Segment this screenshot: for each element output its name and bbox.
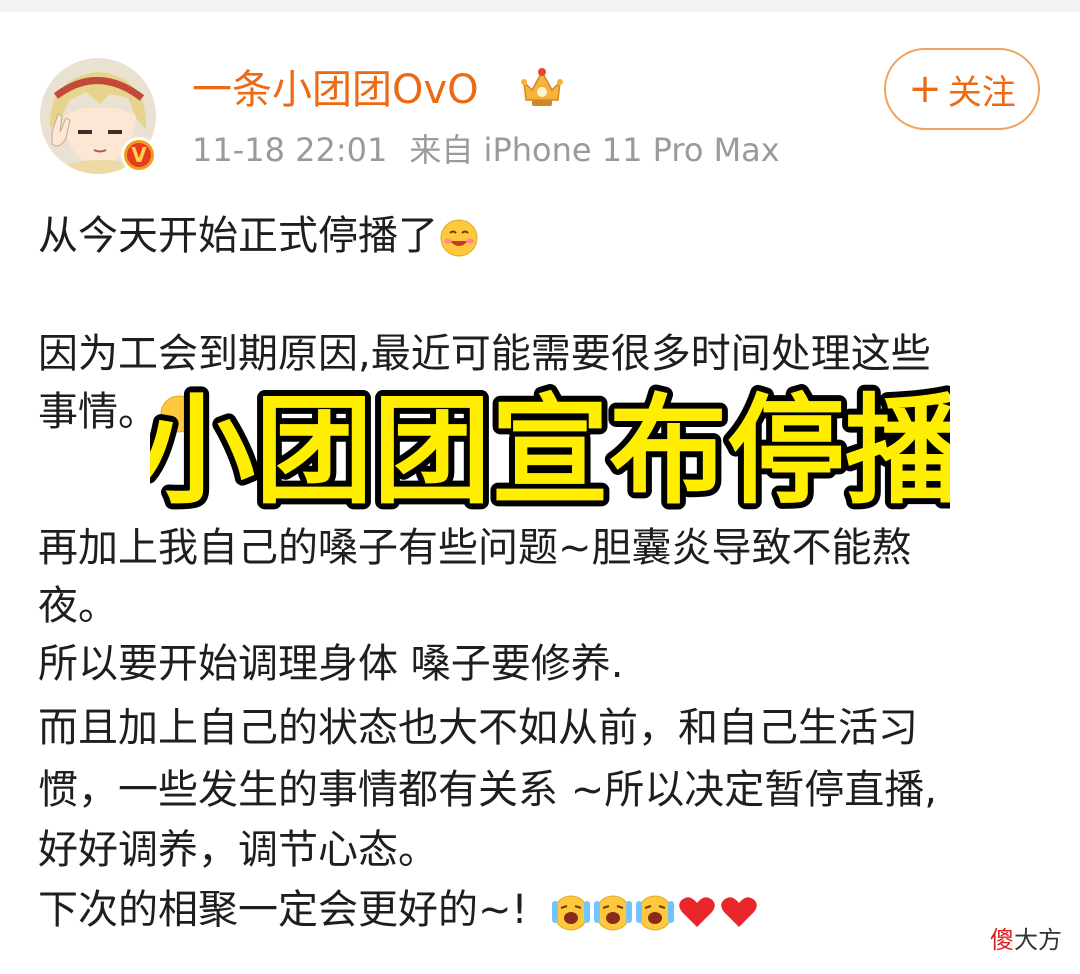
avatar[interactable]: V: [40, 58, 158, 174]
crown-icon: [518, 64, 566, 108]
post-text: 从今天开始正式停播了: [38, 213, 438, 259]
post-line-8: 惯，一些发生的事情都有关系 ~所以决定暂停直播,: [38, 767, 937, 813]
post-line-9: 好好调养，调节心态。: [38, 827, 438, 873]
verified-badge-icon: V: [120, 136, 158, 174]
watermark-first: 傻: [990, 926, 1014, 954]
crying-laughing-emoji-icon: [634, 891, 676, 933]
crying-laughing-emoji-icon: [592, 891, 634, 933]
crying-laughing-emoji-icon: [550, 891, 592, 933]
post-line-4: 再加上我自己的嗓子有些问题~胆囊炎导致不能熬: [38, 525, 912, 571]
top-divider: [0, 0, 1080, 12]
post-text: 事情。: [38, 389, 158, 435]
heart-icon: [718, 891, 760, 933]
post-text: 下次的相聚一定会更好的~!: [38, 887, 528, 933]
watermark-rest: 大方: [1014, 926, 1062, 954]
post-meta: 11-18 22:01 来自 iPhone 11 Pro Max: [192, 128, 780, 172]
follow-label: 关注: [947, 72, 1016, 113]
post-timestamp: 11-18 22:01: [192, 131, 388, 169]
verified-badge-letter: V: [131, 143, 147, 167]
post-line-7: 而且加上自己的状态也大不如从前，和自己生活习: [38, 705, 918, 751]
smiling-emoji-icon: [438, 217, 480, 259]
post-line-10: 下次的相聚一定会更好的~!: [38, 882, 760, 938]
overlay-caption-text: 小团团宣布停播: [150, 382, 950, 520]
heart-icon: [676, 891, 718, 933]
post-line-1: 从今天开始正式停播了: [38, 208, 480, 264]
post-line-2: 因为工会到期原因,最近可能需要很多时间处理这些: [38, 331, 931, 377]
follow-button[interactable]: + 关注: [884, 48, 1040, 130]
post-line-6: 所以要开始调理身体 嗓子要修养.: [38, 641, 624, 687]
username[interactable]: 一条小团团OvO: [192, 64, 479, 116]
overlay-caption: 小团团宣布停播: [150, 380, 950, 520]
post-source: 来自 iPhone 11 Pro Max: [409, 131, 780, 169]
watermark: 傻大方: [990, 920, 1062, 955]
plus-icon: +: [908, 66, 942, 112]
post-line-5: 夜。: [38, 583, 118, 629]
